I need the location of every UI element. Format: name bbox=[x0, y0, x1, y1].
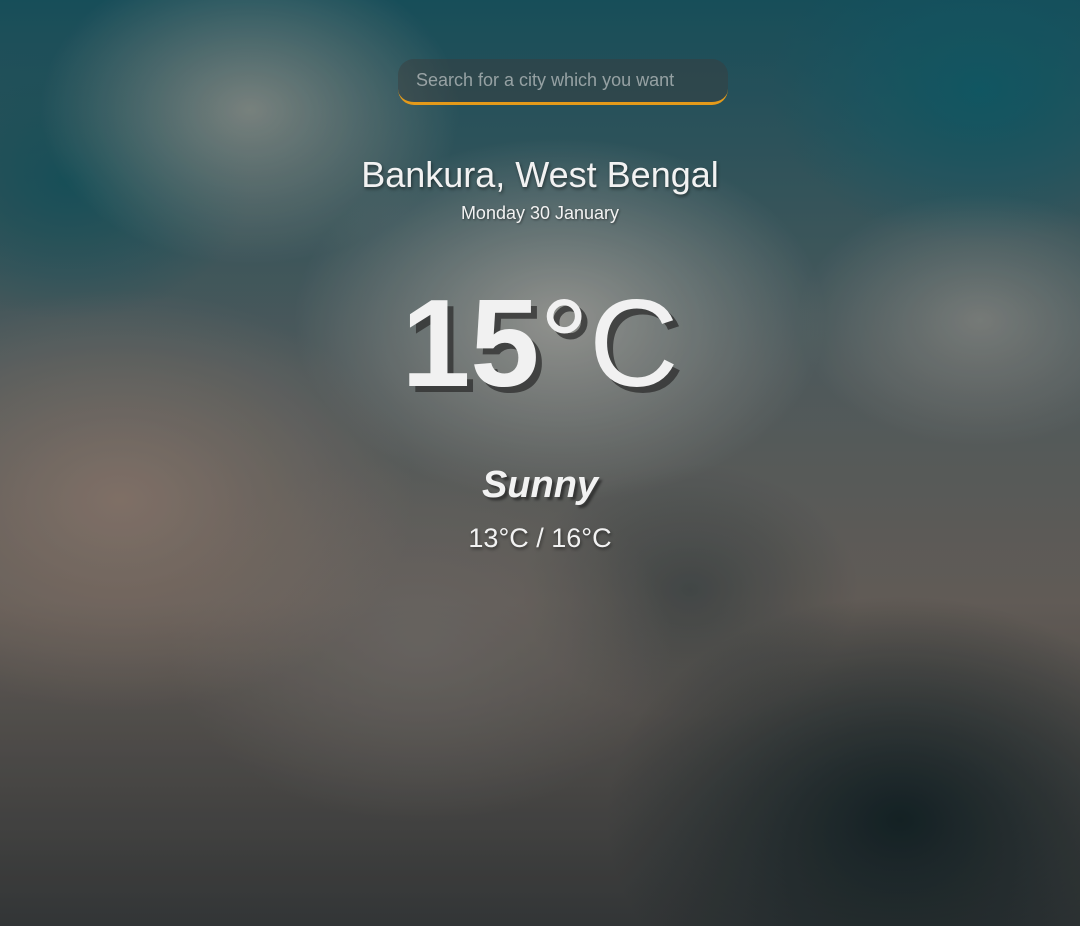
min-max-temperature: 13°C / 16°C bbox=[468, 523, 612, 553]
city-search-input[interactable] bbox=[398, 59, 728, 102]
background-overlay bbox=[0, 0, 1080, 926]
weather-app: Bankura, West Bengal Monday 30 January 1… bbox=[0, 0, 1080, 926]
location-title: Bankura, West Bengal bbox=[361, 154, 719, 195]
temperature-unit: °C bbox=[539, 275, 679, 413]
weather-condition: Sunny bbox=[481, 464, 599, 506]
current-temperature: 15°C bbox=[0, 282, 1080, 406]
search-box bbox=[398, 59, 728, 105]
temperature-value: 15 bbox=[401, 275, 540, 413]
current-date: Monday 30 January bbox=[460, 203, 620, 223]
